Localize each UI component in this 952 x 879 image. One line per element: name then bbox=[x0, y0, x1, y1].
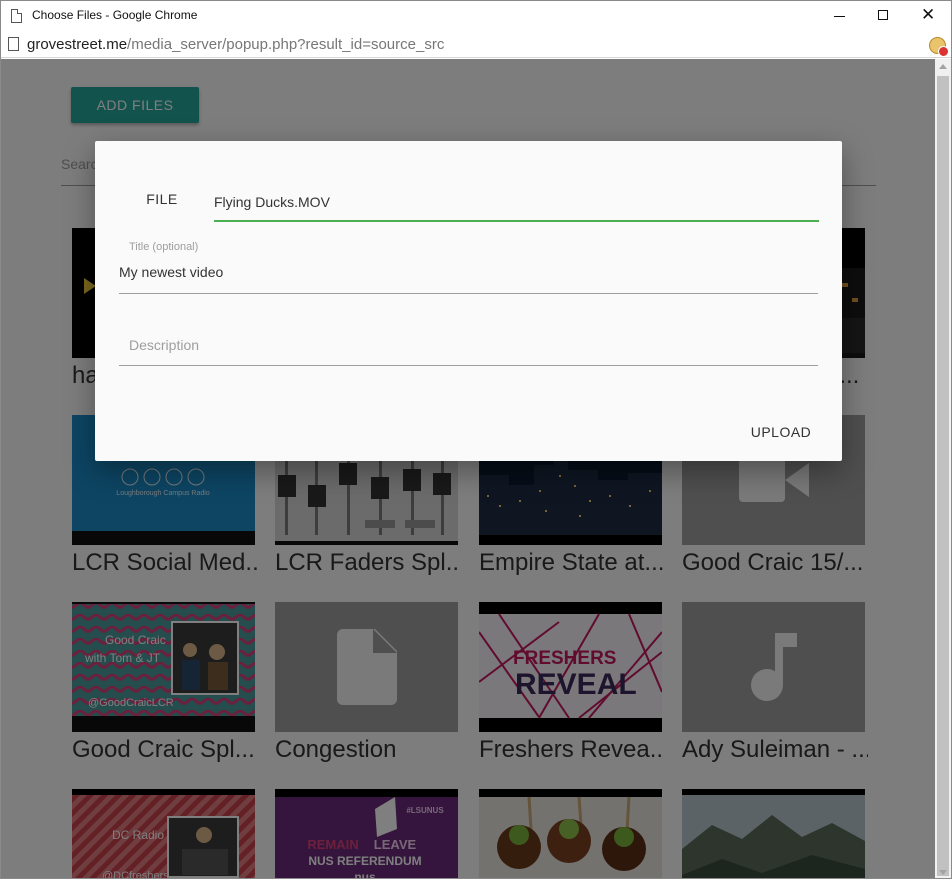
page-icon bbox=[8, 37, 19, 51]
file-picker-button[interactable]: FILE bbox=[125, 185, 199, 213]
scrollbar-thumb[interactable] bbox=[937, 76, 949, 876]
maximize-icon bbox=[878, 10, 888, 20]
url-text[interactable]: grovestreet.me/media_server/popup.php?re… bbox=[27, 36, 444, 53]
close-icon: ✕ bbox=[921, 5, 936, 25]
minimize-icon bbox=[834, 16, 845, 17]
scroll-up-icon[interactable] bbox=[939, 64, 947, 69]
page-icon bbox=[11, 9, 22, 23]
window-title: Choose Files - Google Chrome bbox=[32, 8, 198, 22]
window-titlebar: Choose Files - Google Chrome ✕ bbox=[1, 1, 951, 32]
page-scrollbar[interactable] bbox=[935, 59, 951, 878]
minimize-button[interactable] bbox=[816, 1, 862, 32]
browser-window: Choose Files - Google Chrome ✕ grovestre… bbox=[0, 0, 952, 879]
description-input[interactable]: Description bbox=[129, 337, 199, 353]
file-path-input[interactable]: Flying Ducks.MOV bbox=[214, 185, 819, 222]
upload-dialog: FILE Flying Ducks.MOV Title (optional) M… bbox=[95, 141, 842, 461]
title-label: Title (optional) bbox=[129, 241, 199, 253]
url-path: /media_server/popup.php?result_id=source… bbox=[127, 36, 445, 53]
scroll-down-icon[interactable] bbox=[939, 870, 947, 875]
address-bar[interactable]: grovestreet.me/media_server/popup.php?re… bbox=[1, 32, 951, 58]
upload-button[interactable]: UPLOAD bbox=[745, 417, 817, 447]
maximize-button[interactable] bbox=[860, 1, 906, 32]
url-domain: grovestreet.me bbox=[27, 36, 128, 53]
title-input[interactable]: My newest video bbox=[119, 264, 223, 280]
title-field[interactable]: Title (optional) My newest video bbox=[119, 238, 818, 294]
description-field[interactable]: Description bbox=[119, 311, 818, 366]
close-button[interactable]: ✕ bbox=[905, 1, 951, 32]
blocked-extension-icon[interactable] bbox=[929, 37, 949, 57]
